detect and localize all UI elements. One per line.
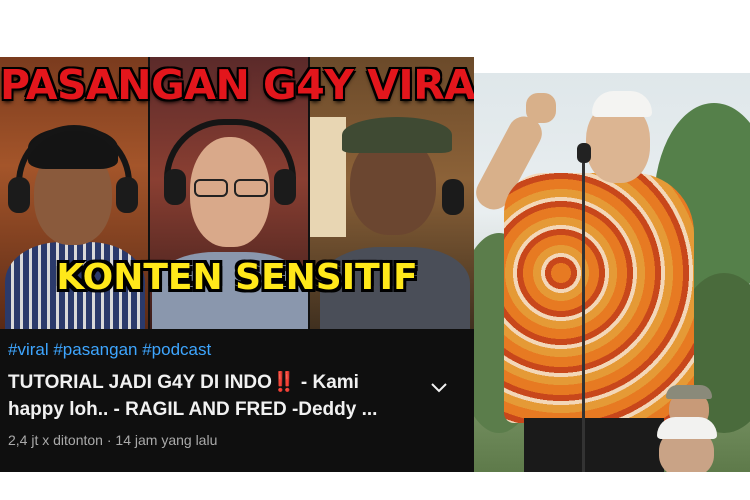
earcup-right	[116, 177, 138, 213]
warning-icon: ‼️	[271, 372, 296, 393]
earcup-right	[442, 179, 464, 215]
microphone-icon	[577, 143, 591, 163]
video-stats: 2,4 jt x ditonton · 14 jam yang lalu	[8, 432, 468, 448]
white-cap-icon	[592, 91, 652, 117]
chevron-down-icon[interactable]	[428, 377, 450, 399]
video-thumbnail[interactable]: PASANGAN G4Y VIRAL KONTEN SENSITIF	[0, 57, 474, 329]
headphones-icon	[16, 125, 132, 191]
video-card[interactable]: PASANGAN G4Y VIRAL KONTEN SENSITIF #vira…	[0, 57, 474, 472]
view-count: 2,4 jt x ditonton	[8, 432, 103, 448]
speaker-photo	[474, 73, 750, 472]
crowd-cap	[657, 417, 717, 439]
cap-icon	[342, 117, 452, 153]
upload-time: 14 jam yang lalu	[115, 432, 218, 448]
crowd-cap	[666, 385, 712, 399]
hashtags-link[interactable]: #viral #pasangan #podcast	[8, 340, 468, 360]
video-meta: #viral #pasangan #podcast TUTORIAL JADI …	[8, 340, 468, 448]
video-title[interactable]: TUTORIAL JADI G4Y DI INDO‼️ - Kami happy…	[8, 369, 416, 423]
wall-sign	[310, 117, 346, 237]
video-title-text: TUTORIAL JADI G4Y DI INDO	[8, 372, 272, 393]
earcup-left	[8, 177, 30, 213]
microphone-stand	[582, 163, 585, 472]
thumbnail-caption: KONTEN SENSITIF	[56, 257, 418, 298]
separator-dot: ·	[102, 432, 116, 448]
earcup-left	[164, 169, 186, 205]
thumbnail-title: PASANGAN G4Y VIRAL	[0, 61, 474, 109]
trousers	[524, 418, 664, 472]
earcup-right	[274, 169, 296, 205]
batik-shirt	[504, 173, 694, 423]
